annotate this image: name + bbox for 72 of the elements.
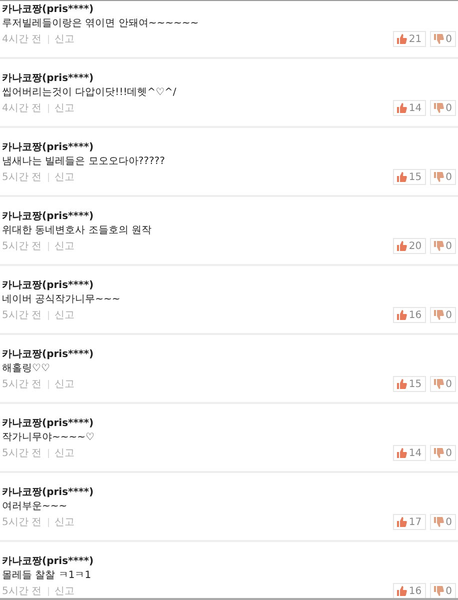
dislike-button[interactable]: 0 <box>430 445 456 461</box>
thumbs-down-icon <box>434 241 444 251</box>
comment-text: 씹어버리는것이 다압이닷!!!데헷^♡^/ <box>2 86 178 100</box>
comment-author: 카나코짱(pris****) <box>2 486 95 500</box>
comment-time: 5시간 전 <box>2 516 42 529</box>
comment-time: 5시간 전 <box>2 309 42 322</box>
comment-author: 카나코짱(pris****) <box>2 279 95 293</box>
report-link[interactable]: 신고 <box>54 308 75 322</box>
report-link[interactable]: 신고 <box>54 239 75 253</box>
thumbs-up-icon <box>396 586 407 596</box>
thumbs-down-icon <box>434 310 444 320</box>
comment-author: 카나코짱(pris****) <box>2 72 95 86</box>
comment-text: 해홀링♡♡ <box>2 362 51 376</box>
comment-time: 5시간 전 <box>2 171 42 184</box>
comment-author: 카나코짱(pris****) <box>2 3 95 17</box>
thumbs-up-icon <box>396 379 407 389</box>
report-link[interactable]: 신고 <box>54 32 75 46</box>
dislike-button[interactable]: 0 <box>430 169 456 185</box>
like-button[interactable]: 21 <box>392 31 426 47</box>
like-button[interactable]: 17 <box>392 514 426 530</box>
like-button[interactable]: 15 <box>392 169 426 185</box>
thumbs-down-icon <box>434 34 444 44</box>
like-button[interactable]: 16 <box>392 307 426 323</box>
comment-time: 5시간 전 <box>2 585 42 598</box>
thumbs-up-icon <box>396 517 407 527</box>
comment-text: 여러부운~~~ <box>2 500 68 514</box>
comment-time: 5시간 전 <box>2 378 42 391</box>
like-button[interactable]: 14 <box>392 100 426 116</box>
thumbs-up-icon <box>396 103 407 113</box>
dislike-button[interactable]: 0 <box>430 583 456 598</box>
comment-time: 5시간 전 <box>2 240 42 253</box>
comment-time: 4시간 전 <box>2 33 42 46</box>
dislike-button[interactable]: 0 <box>430 100 456 116</box>
report-link[interactable]: 신고 <box>54 101 75 115</box>
thumbs-up-icon <box>396 448 407 458</box>
comment-author: 카나코짱(pris****) <box>2 141 95 155</box>
like-button[interactable]: 16 <box>392 583 426 598</box>
thumbs-down-icon <box>434 172 444 182</box>
thumbs-down-icon <box>434 379 444 389</box>
like-button[interactable]: 14 <box>392 445 426 461</box>
comment-text: 위대한 동네변호사 조들호의 원작 <box>2 224 153 238</box>
like-button[interactable]: 20 <box>392 238 426 254</box>
comment-author: 카나코짱(pris****) <box>2 348 95 362</box>
dislike-button[interactable]: 0 <box>430 31 456 47</box>
report-link[interactable]: 신고 <box>54 584 75 598</box>
like-button[interactable]: 15 <box>392 376 426 392</box>
comment-text: 네이버 공식작가니무~~~ <box>2 293 122 307</box>
comment-text: 루저빌레들이랑은 엮이면 안돼여~~~~~~ <box>2 17 200 31</box>
comment-author: 카나코짱(pris****) <box>2 417 95 431</box>
thumbs-down-icon <box>434 448 444 458</box>
report-link[interactable]: 신고 <box>54 377 75 391</box>
thumbs-up-icon <box>396 310 407 320</box>
comment-author: 카나코짱(pris****) <box>2 555 95 569</box>
thumbs-up-icon <box>396 241 407 251</box>
thumbs-up-icon <box>396 34 407 44</box>
comment-time: 5시간 전 <box>2 447 42 460</box>
report-link[interactable]: 신고 <box>54 446 75 460</box>
thumbs-down-icon <box>434 103 444 113</box>
thumbs-up-icon <box>396 172 407 182</box>
comment-time: 4시간 전 <box>2 102 42 115</box>
thumbs-down-icon <box>434 517 444 527</box>
comment-text: 몰레들 찰찰 ㅋ1ㅋ1 <box>2 569 92 583</box>
thumbs-down-icon <box>434 586 444 596</box>
dislike-button[interactable]: 0 <box>430 514 456 530</box>
report-link[interactable]: 신고 <box>54 515 75 529</box>
comment-text: 작가니무야~~~~♡ <box>2 431 96 445</box>
report-link[interactable]: 신고 <box>54 170 75 184</box>
comment-author: 카나코짱(pris****) <box>2 210 95 224</box>
comment-text: 냄새나는 빌레들은 모오오다아????? <box>2 155 166 169</box>
dislike-button[interactable]: 0 <box>430 376 456 392</box>
dislike-button[interactable]: 0 <box>430 238 456 254</box>
dislike-button[interactable]: 0 <box>430 307 456 323</box>
